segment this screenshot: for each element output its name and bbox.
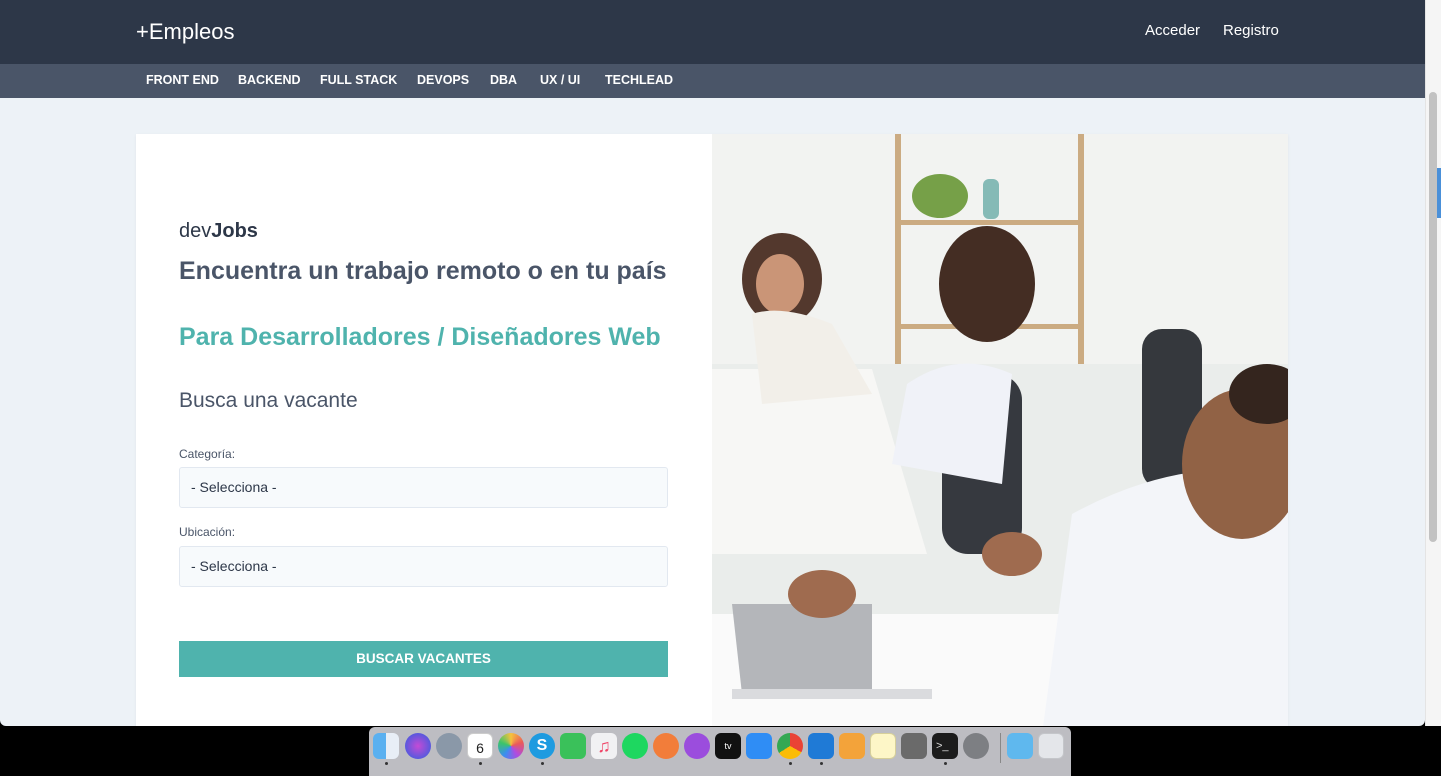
calendar-icon[interactable]: 6 — [467, 733, 493, 759]
register-link[interactable]: Registro — [1223, 22, 1279, 39]
search-title: Busca una vacante — [179, 389, 358, 412]
category-label: Categoría: — [179, 447, 236, 461]
logo-bold: Jobs — [211, 220, 258, 242]
chrome-icon[interactable] — [777, 733, 803, 759]
category-select[interactable]: - Selecciona - — [179, 467, 668, 508]
page-scrollbar-thumb[interactable] — [1429, 92, 1437, 542]
terminal-icon[interactable]: >_ — [932, 733, 958, 759]
category-link-backend[interactable]: BACKEND — [238, 73, 301, 87]
dock-separator — [1000, 733, 1001, 763]
login-link[interactable]: Acceder — [1145, 22, 1200, 39]
running-indicator — [385, 762, 388, 765]
trash-icon[interactable] — [1038, 733, 1064, 759]
photos-icon[interactable] — [498, 733, 524, 759]
finder-icon[interactable] — [373, 733, 399, 759]
appletv-icon[interactable]: tv — [715, 733, 741, 759]
devjobs-logo: devJobs — [179, 220, 258, 243]
category-link-fullstack[interactable]: FULL STACK — [320, 73, 397, 87]
podcasts-icon[interactable] — [684, 733, 710, 759]
system-preferences-icon[interactable] — [963, 733, 989, 759]
launchpad-icon[interactable] — [436, 733, 462, 759]
hero-card: devJobs Encuentra un trabajo remoto o en… — [136, 134, 1288, 726]
facetime-icon[interactable] — [560, 733, 586, 759]
scrollbar-edge-indicator — [1437, 168, 1441, 218]
category-navbar: FRONT END BACKEND FULL STACK DEVOPS DBA … — [0, 64, 1425, 98]
category-link-uxui[interactable]: UX / UI — [540, 73, 580, 87]
calculator-icon[interactable] — [901, 733, 927, 759]
vscode-icon[interactable] — [808, 733, 834, 759]
category-link-dba[interactable]: DBA — [490, 73, 517, 87]
office-illustration — [712, 134, 1288, 726]
siri-icon[interactable] — [405, 733, 431, 759]
running-indicator — [820, 762, 823, 765]
category-link-frontend[interactable]: FRONT END — [146, 73, 219, 87]
appstore-icon[interactable] — [746, 733, 772, 759]
skype-icon[interactable]: S — [529, 733, 555, 759]
hero-subheadline: Para Desarrolladores / Diseñadores Web — [179, 323, 661, 351]
top-navbar: +Empleos Acceder Registro — [0, 0, 1425, 64]
spotify-icon[interactable] — [622, 733, 648, 759]
hero-search-panel: devJobs Encuentra un trabajo remoto o en… — [179, 134, 668, 726]
sequel-icon[interactable] — [839, 733, 865, 759]
music-icon[interactable]: ♫ — [591, 733, 617, 759]
site-logo[interactable]: +Empleos — [136, 19, 234, 45]
category-link-techlead[interactable]: TECHLEAD — [605, 73, 673, 87]
hero-office-photo — [712, 134, 1288, 726]
search-jobs-button[interactable]: BUSCAR VACANTES — [179, 641, 668, 677]
macos-dock: 6 S ♫ tv >_ — [369, 727, 1071, 776]
category-link-devops[interactable]: DEVOPS — [417, 73, 469, 87]
notes-icon[interactable] — [870, 733, 896, 759]
swift-icon[interactable] — [653, 733, 679, 759]
location-label: Ubicación: — [179, 525, 236, 539]
downloads-folder-icon[interactable] — [1007, 733, 1033, 759]
running-indicator — [479, 762, 482, 765]
hero-headline: Encuentra un trabajo remoto o en tu país — [179, 257, 667, 285]
location-select[interactable]: - Selecciona - — [179, 546, 668, 587]
running-indicator — [541, 762, 544, 765]
logo-prefix: dev — [179, 220, 212, 242]
running-indicator — [789, 762, 792, 765]
running-indicator — [944, 762, 947, 765]
browser-viewport: +Empleos Acceder Registro FRONT END BACK… — [0, 0, 1425, 726]
